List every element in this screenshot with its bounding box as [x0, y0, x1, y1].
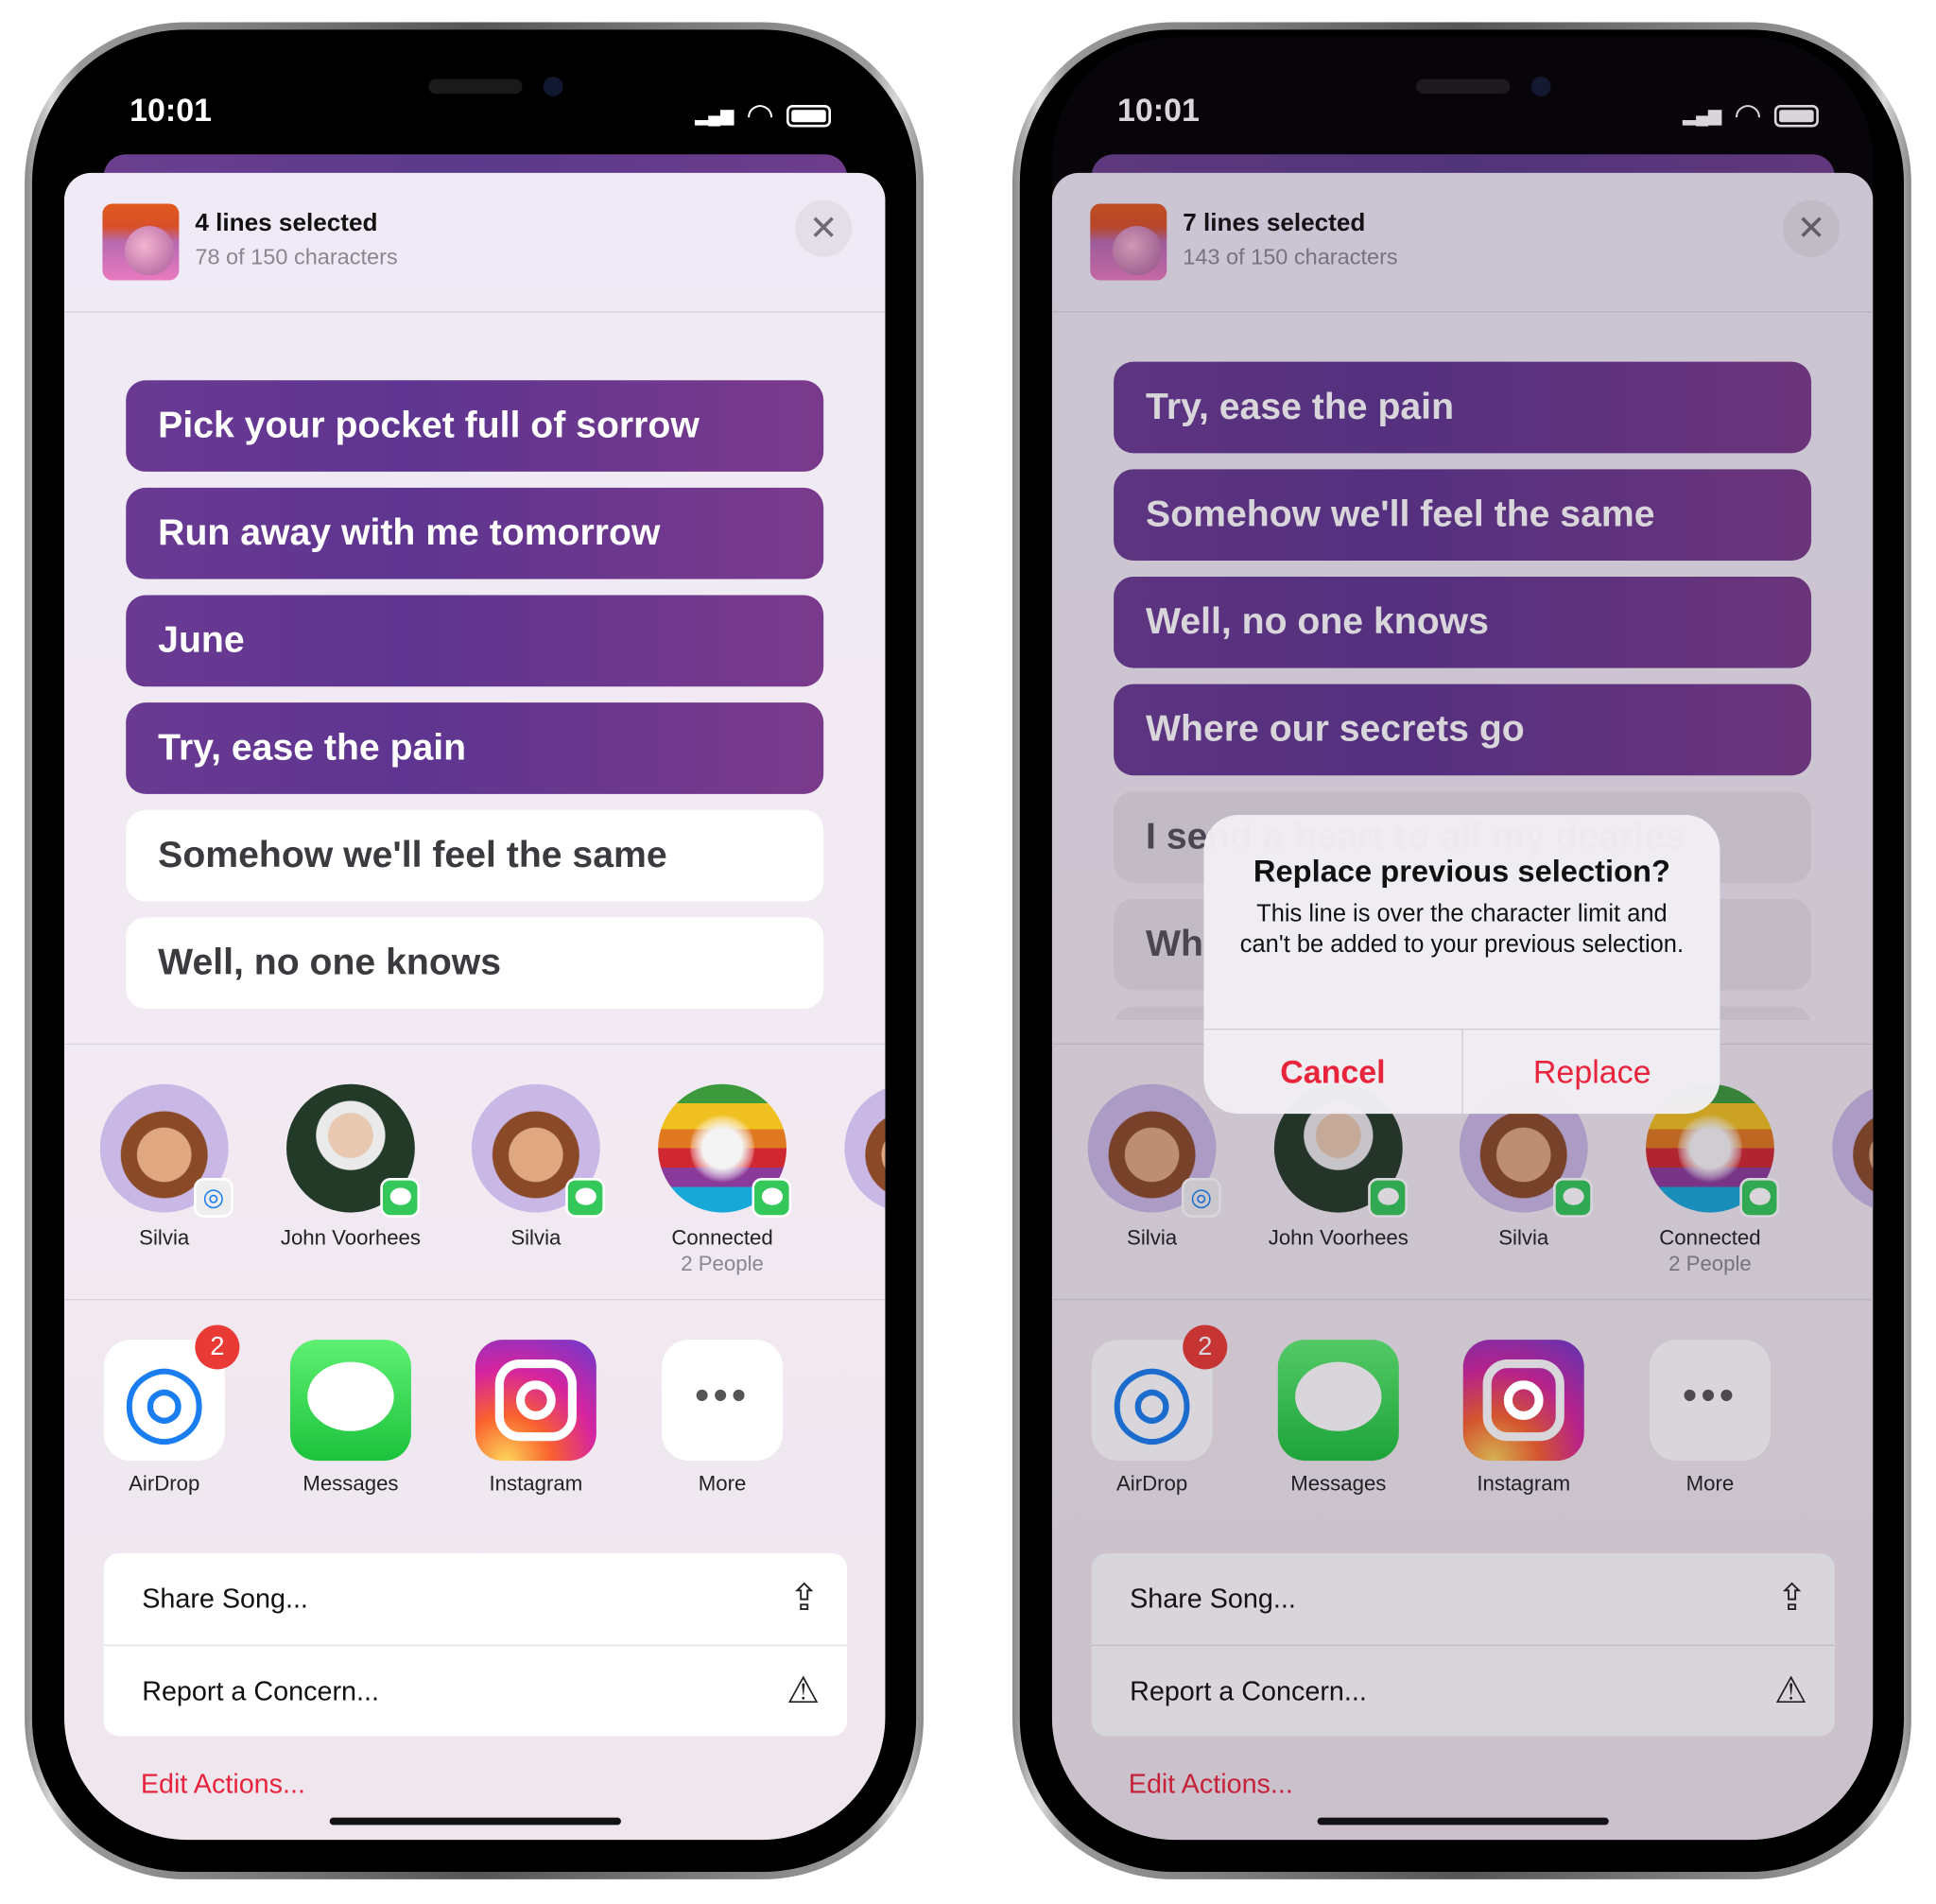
airdrop-badge-icon: ◎ — [194, 1178, 233, 1218]
messages-icon — [289, 1340, 411, 1462]
app-instagram[interactable]: Instagram — [456, 1340, 616, 1497]
messages-badge-icon — [380, 1178, 421, 1218]
messages-badge-icon — [752, 1178, 792, 1218]
replace-button[interactable]: Replace — [1463, 1030, 1720, 1114]
person-name: Silvia — [139, 1225, 190, 1250]
more-icon: ••• — [662, 1340, 784, 1462]
avatar — [471, 1083, 605, 1218]
alert-message: This line is over the character limit an… — [1239, 900, 1685, 959]
divider — [63, 1299, 886, 1301]
person-name: John Voorhees — [280, 1225, 421, 1250]
lyrics-list[interactable]: Pick your pocket full of sorrow Run away … — [64, 334, 886, 1020]
divider — [63, 1043, 886, 1045]
app-name: AirDrop — [129, 1471, 200, 1496]
avatar — [844, 1083, 886, 1213]
close-button[interactable]: ✕ — [795, 199, 853, 257]
person-name: Sw — [828, 1225, 885, 1251]
phone: 10:01 ▂▄▆ ◠ 7 lines selected 143 of 150 char… — [1012, 22, 1911, 1879]
lyric-line[interactable]: Somehow we'll feel the same — [126, 809, 824, 902]
share-sheet: 4 lines selected 78 of 150 characters ✕ Pic… — [63, 172, 886, 1841]
phone: 10:01 ▂▄▆ ◠ 4 lines selected 78 of 150 chara… — [25, 22, 924, 1879]
warning-icon: ⚠ — [786, 1670, 821, 1712]
lyric-line[interactable]: Pick your pocket full of sorrow — [126, 380, 824, 472]
lyric-line[interactable]: Try, ease the pain — [126, 702, 824, 794]
app-more[interactable]: ••• More — [642, 1340, 803, 1497]
battery-icon — [786, 104, 832, 127]
status-time: 10:01 — [130, 91, 212, 129]
app-messages[interactable]: Messages — [270, 1340, 431, 1497]
app-name: Messages — [302, 1471, 399, 1496]
alert-dialog: Replace previous selection? This line is … — [1203, 815, 1720, 1115]
lyric-line[interactable]: Well, no one knows — [126, 917, 824, 1010]
actions-list: Share Song... ⇪ Report a Concern... ⚠ — [103, 1553, 847, 1737]
divider — [63, 311, 886, 313]
person-target[interactable]: Sw2 — [828, 1083, 886, 1277]
app-name: More — [698, 1471, 747, 1496]
lyric-line[interactable]: June — [126, 595, 824, 687]
stage: 10:01 ▂▄▆ ◠ 4 lines selected 78 of 150 chara… — [0, 0, 1936, 1904]
person-target[interactable]: ◎ Silvia — [84, 1083, 245, 1251]
avatar: ◎ — [99, 1083, 233, 1218]
alert-title: Replace previous selection? — [1253, 854, 1670, 890]
person-name: Connected — [671, 1225, 773, 1250]
action-share-song[interactable]: Share Song... ⇪ — [104, 1553, 847, 1645]
screen: 10:01 ▂▄▆ ◠ 7 lines selected 143 of 150 char… — [1051, 37, 1874, 1841]
header-subtitle: 78 of 150 characters — [195, 244, 398, 269]
header-title: 4 lines selected — [195, 210, 378, 237]
person-target[interactable]: John Voorhees — [270, 1083, 431, 1251]
person-subtitle: 2 — [828, 1251, 885, 1276]
person-target[interactable]: Silvia — [456, 1083, 616, 1251]
screen: 10:01 ▂▄▆ ◠ 4 lines selected 78 of 150 chara… — [63, 37, 886, 1841]
avatar — [286, 1083, 421, 1218]
person-target[interactable]: Connected 2 People — [642, 1083, 803, 1277]
action-report-concern[interactable]: Report a Concern... ⚠ — [103, 1644, 847, 1737]
status-icons: ▂▄▆ ◠ — [695, 95, 832, 134]
action-label: Share Song... — [142, 1583, 308, 1615]
battery-fill — [791, 109, 826, 122]
action-label: Report a Concern... — [142, 1675, 379, 1707]
speaker — [428, 78, 523, 95]
album-art — [102, 203, 180, 281]
lyric-line[interactable]: Run away with me tomorrow — [126, 487, 824, 580]
person-subtitle: 2 People — [681, 1252, 764, 1276]
home-indicator[interactable] — [329, 1817, 621, 1826]
instagram-icon — [475, 1340, 596, 1462]
share-icon: ⇪ — [788, 1578, 821, 1619]
edit-actions-link[interactable]: Edit Actions... — [141, 1768, 305, 1800]
messages-badge-icon — [565, 1178, 605, 1218]
front-camera — [543, 76, 563, 96]
cancel-button[interactable]: Cancel — [1203, 1030, 1461, 1114]
cellular-signal-icon: ▂▄▆ — [695, 105, 735, 125]
avatar — [658, 1083, 792, 1218]
app-airdrop[interactable]: ◎ 2 AirDrop — [84, 1324, 245, 1497]
app-name: Instagram — [489, 1471, 583, 1496]
notification-badge: 2 — [195, 1324, 240, 1370]
wifi-icon: ◠ — [746, 95, 774, 134]
airdrop-icon: ◎ 2 — [103, 1324, 240, 1462]
person-name: Silvia — [510, 1225, 562, 1250]
